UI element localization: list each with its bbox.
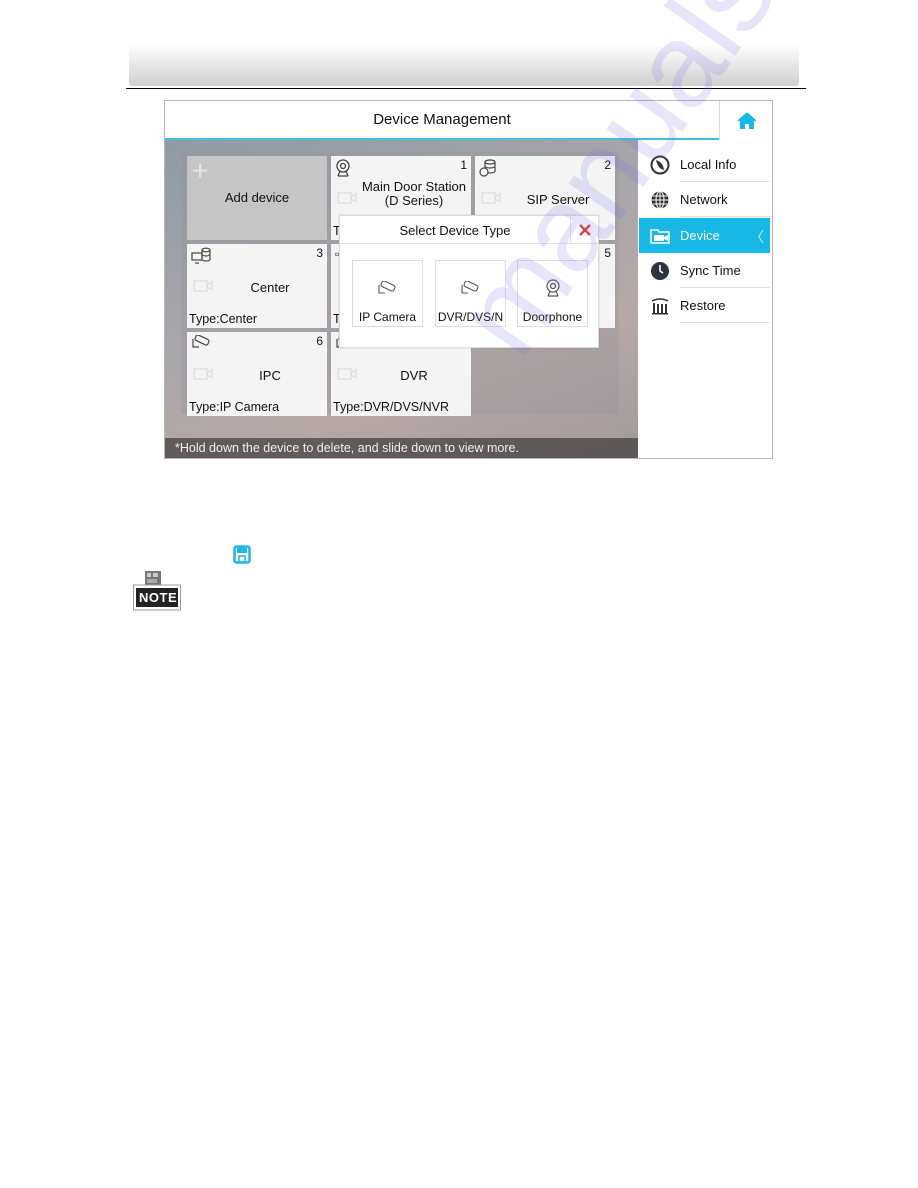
settings-sidebar: Local Info Network Device 〈 Sync Time Re… (639, 140, 772, 458)
device-list-area: + Add device 1 Main Door Station (D Seri… (165, 140, 638, 458)
sip-server-icon (479, 159, 496, 177)
sidebar-item-device[interactable]: Device 〈 (639, 218, 770, 253)
camera-icon (193, 368, 213, 380)
divider (680, 322, 770, 323)
dialog-close-button[interactable] (570, 216, 598, 243)
divider (680, 216, 770, 217)
document-header-bar (129, 46, 799, 86)
save-icon (233, 545, 251, 564)
add-device-tile[interactable]: + Add device (187, 156, 327, 240)
option-doorphone[interactable]: Doorphone (517, 260, 588, 327)
device-name: IPC (259, 368, 281, 383)
sidebar-item-local-info[interactable]: Local Info (639, 147, 770, 182)
device-name: SIP Server (526, 192, 590, 207)
camera-icon (481, 192, 501, 204)
device-tile[interactable]: 3 Center Type:Center (187, 244, 327, 328)
tile-label: Add device (224, 190, 290, 205)
device-name-line1: Main Door Station (361, 179, 467, 194)
doorphone-icon (545, 279, 560, 297)
camera-icon (337, 192, 357, 204)
home-icon (737, 111, 756, 129)
ip-camera-icon (192, 335, 210, 348)
device-number: 5 (604, 246, 611, 260)
clock-icon (651, 262, 669, 280)
plus-icon: + (192, 155, 209, 186)
page-title: Device Management (373, 111, 511, 128)
device-number: 1 (460, 158, 467, 172)
device-type: Type:DVR/DVS/NVR (333, 400, 450, 414)
device-name: Center (250, 280, 290, 295)
center-icon (191, 247, 211, 264)
sidebar-label: Network (680, 192, 728, 207)
globe-icon (651, 191, 669, 209)
sidebar-item-network[interactable]: Network (639, 182, 770, 217)
doorphone-icon (336, 159, 350, 177)
dialog-title: Select Device Type (399, 223, 511, 238)
dialog-header: Select Device Type (340, 216, 598, 244)
sidebar-item-restore[interactable]: Restore (639, 288, 770, 323)
ip-camera-icon (377, 281, 396, 294)
device-folder-icon (650, 229, 670, 244)
sidebar-label: Restore (680, 298, 726, 313)
device-number: 3 (316, 246, 323, 260)
restore-icon (651, 298, 669, 315)
sidebar-item-sync-time[interactable]: Sync Time (639, 253, 770, 288)
select-device-type-dialog: Select Device Type IP Camera DVR/DVS/N D… (339, 215, 599, 348)
device-name: Main Door Station (D Series) (361, 180, 467, 208)
option-label: IP Camera (358, 310, 417, 324)
device-type: Type:IP Camera (189, 400, 280, 414)
device-name-line2: (D Series) (384, 193, 444, 208)
device-management-screen: Device Management + Add device 1 Main Do… (164, 100, 773, 459)
sidebar-label: Local Info (680, 157, 737, 172)
sidebar-label: Device (680, 228, 720, 243)
note-label: NOTE (139, 590, 178, 605)
sidebar-label: Sync Time (680, 263, 741, 278)
camera-icon (337, 368, 357, 380)
dvr-icon (460, 281, 479, 294)
hint-bar: *Hold down the device to delete, and sli… (165, 438, 638, 458)
title-bar: Device Management (165, 101, 719, 140)
chevron-left-icon: 〈 (750, 229, 764, 245)
option-dvr[interactable]: DVR/DVS/N (435, 260, 506, 327)
option-label: DVR/DVS/N (437, 310, 504, 324)
camera-icon (193, 280, 213, 292)
option-label: Doorphone (522, 310, 583, 324)
note-icon: NOTE (133, 571, 181, 616)
device-number: 2 (604, 158, 611, 172)
header-rule (126, 88, 806, 89)
option-ip-camera[interactable]: IP Camera (352, 260, 423, 327)
device-type: Type:Center (189, 312, 258, 326)
device-tile[interactable]: 6 IPC Type:IP Camera (187, 332, 327, 416)
close-icon (578, 223, 591, 236)
device-name: DVR (400, 368, 428, 383)
local-info-icon (650, 155, 670, 175)
device-number: 6 (316, 334, 323, 348)
home-button[interactable] (719, 101, 772, 140)
